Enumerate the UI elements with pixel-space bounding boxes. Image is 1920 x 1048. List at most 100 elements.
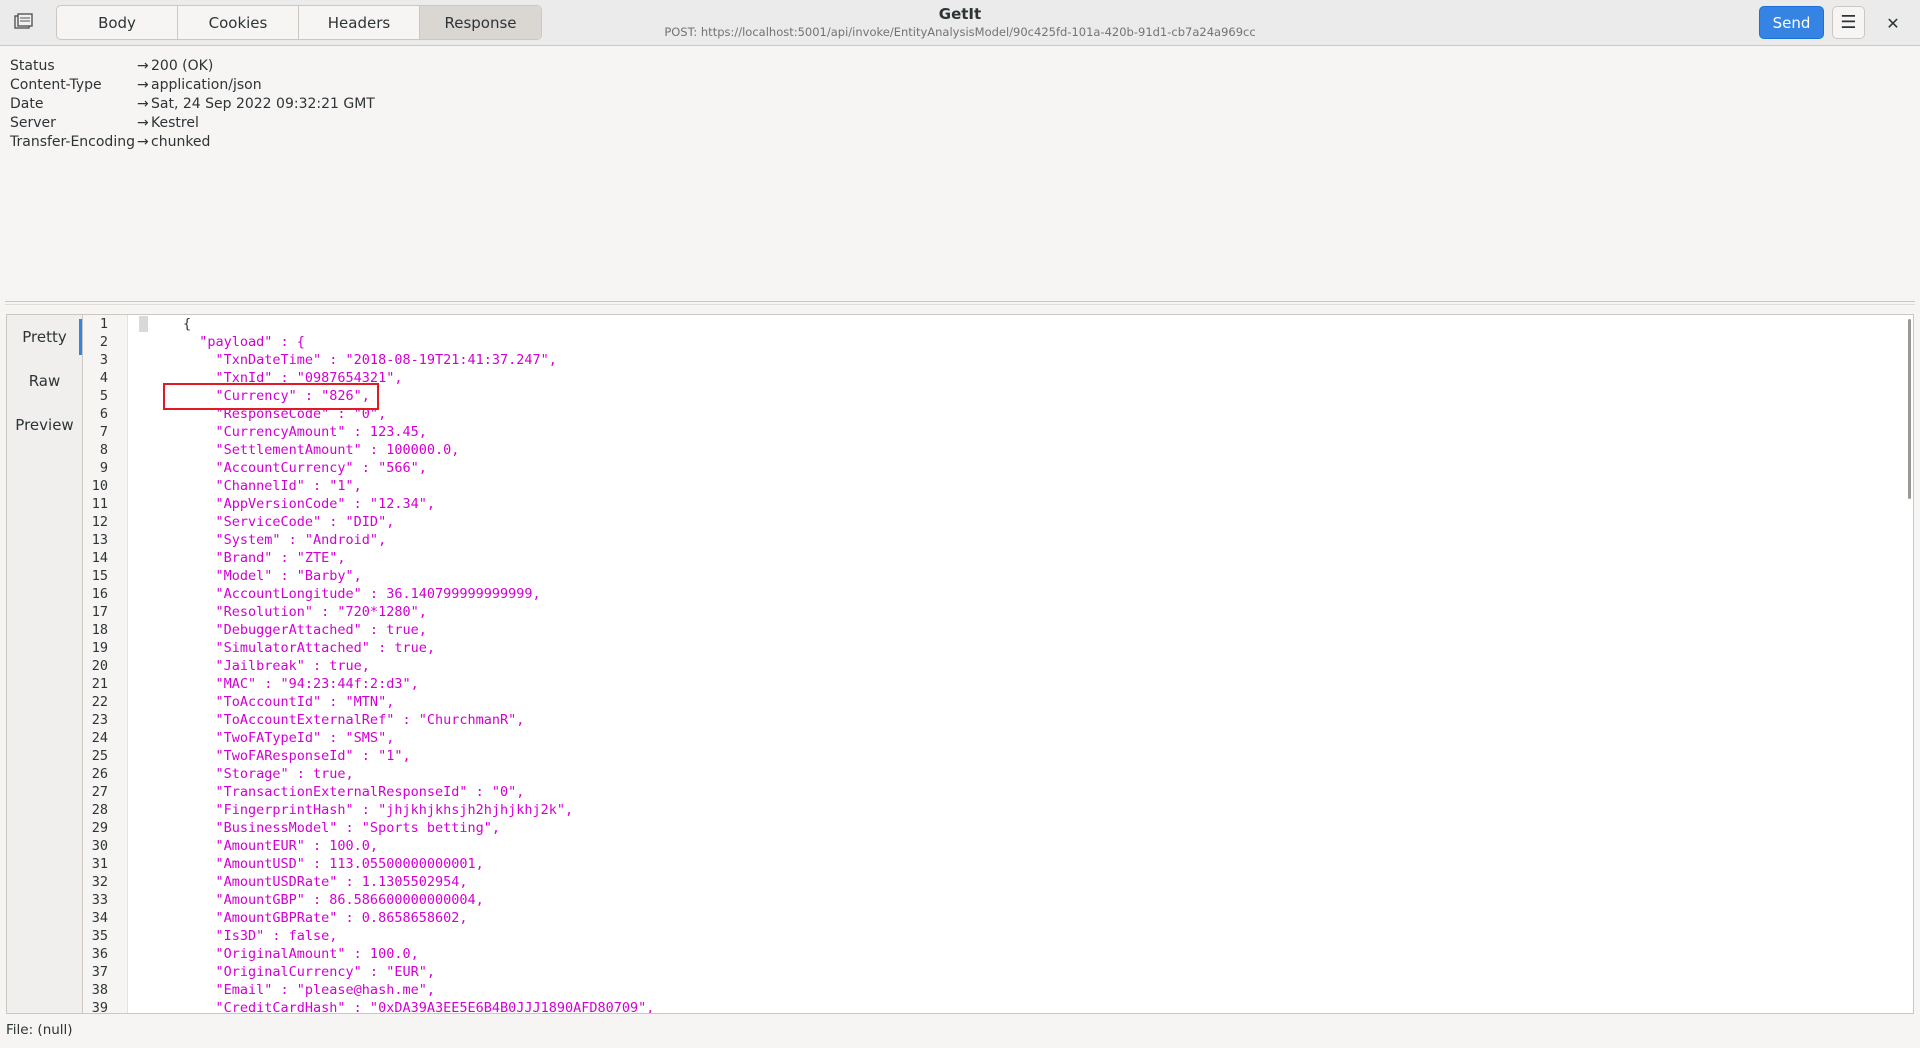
code-text: "AmountGBP" : 86.586600000000004, [183, 892, 484, 908]
line-number: 1 [99, 316, 108, 332]
code-line: 25 "TwoFAResponseId" : "1", [83, 747, 1913, 765]
header-row: Status → 200 (OK) [10, 57, 375, 76]
code-line: 13 "System" : "Android", [83, 531, 1913, 549]
code-line: 8 "SettlementAmount" : 100000.0, [83, 441, 1913, 459]
code-line: 15 "Model" : "Barby", [83, 567, 1913, 585]
line-number: 26 [91, 766, 108, 782]
code-line: 31 "AmountUSD" : 113.05500000000001, [83, 855, 1913, 873]
code-line: 38 "Email" : "please@hash.me", [83, 981, 1913, 999]
arrow-icon: → [137, 115, 149, 131]
line-number: 33 [91, 892, 108, 908]
code-line: 7 "CurrencyAmount" : 123.45, [83, 423, 1913, 441]
code-text: "AppVersionCode" : "12.34", [183, 496, 435, 512]
header-value: Sat, 24 Sep 2022 09:32:21 GMT [151, 96, 375, 112]
code-line: 9 "AccountCurrency" : "566", [83, 459, 1913, 477]
code-line: 19 "SimulatorAttached" : true, [83, 639, 1913, 657]
line-number: 11 [91, 496, 108, 512]
code-text: "Brand" : "ZTE", [183, 550, 346, 566]
code-line: 10 "ChannelId" : "1", [83, 477, 1913, 495]
line-number: 29 [91, 820, 108, 836]
code-line: 32 "AmountUSDRate" : 1.1305502954, [83, 873, 1913, 891]
header-bar: Body Cookies Headers Response GetIt POST… [0, 0, 1920, 46]
code-line: 3 "TxnDateTime" : "2018-08-19T21:41:37.2… [83, 351, 1913, 369]
code-text: "Model" : "Barby", [183, 568, 362, 584]
response-body-editor[interactable]: 1 {2 "payload" : {3 "TxnDateTime" : "2018… [82, 314, 1914, 1014]
tab-response[interactable]: Response [420, 6, 541, 39]
line-number: 5 [99, 388, 108, 404]
highlight-annotation [163, 383, 379, 410]
line-number: 35 [91, 928, 108, 944]
header-key: Date [10, 96, 44, 112]
view-pretty[interactable]: Pretty [7, 315, 82, 359]
code-line: 17 "Resolution" : "720*1280", [83, 603, 1913, 621]
code-text: "ToAccountId" : "MTN", [183, 694, 395, 710]
header-value: application/json [151, 77, 262, 93]
status-bar: File: (null) [6, 1022, 73, 1038]
header-value: Kestrel [151, 115, 199, 131]
tab-headers[interactable]: Headers [299, 6, 420, 39]
text-cursor [139, 316, 148, 332]
code-text: "AmountUSD" : 113.05500000000001, [183, 856, 484, 872]
header-key: Content-Type [10, 77, 102, 93]
code-text: "AmountGBPRate" : 0.8658658602, [183, 910, 468, 926]
tab-cookies[interactable]: Cookies [178, 6, 299, 39]
code-line: 20 "Jailbreak" : true, [83, 657, 1913, 675]
line-number: 36 [91, 946, 108, 962]
menu-button[interactable]: ☰ [1832, 6, 1865, 39]
line-number: 30 [91, 838, 108, 854]
close-button[interactable]: ✕ [1880, 10, 1906, 36]
code-text: "AmountEUR" : 100.0, [183, 838, 379, 854]
view-preview[interactable]: Preview [7, 403, 82, 447]
header-row: Transfer-Encoding → chunked [10, 133, 375, 152]
code-line: 16 "AccountLongitude" : 36.1407999999999… [83, 585, 1913, 603]
code-text: "BusinessModel" : "Sports betting", [183, 820, 500, 836]
code-line: 2 "payload" : { [83, 333, 1913, 351]
code-text: "MAC" : "94:23:44f:2:d3", [183, 676, 419, 692]
line-number: 28 [91, 802, 108, 818]
code-line: 36 "OriginalAmount" : 100.0, [83, 945, 1913, 963]
code-text: "TransactionExternalResponseId" : "0", [183, 784, 525, 800]
pane-separator[interactable] [5, 301, 1915, 305]
line-number: 4 [99, 370, 108, 386]
tab-body[interactable]: Body [57, 6, 178, 39]
code-text: "TwoFAResponseId" : "1", [183, 748, 411, 764]
line-number: 22 [91, 694, 108, 710]
header-value: chunked [151, 134, 211, 150]
line-number: 24 [91, 730, 108, 746]
request-url: POST: https://localhost:5001/api/invoke/… [664, 25, 1256, 39]
hamburger-icon: ☰ [1840, 12, 1857, 33]
code-text: "DebuggerAttached" : true, [183, 622, 427, 638]
code-line: 28 "FingerprintHash" : "jhjkhjkhsjh2hjhj… [83, 801, 1913, 819]
app-icon[interactable] [14, 13, 34, 31]
code-line: 22 "ToAccountId" : "MTN", [83, 693, 1913, 711]
line-number: 9 [99, 460, 108, 476]
line-number: 34 [91, 910, 108, 926]
line-number: 23 [91, 712, 108, 728]
view-raw[interactable]: Raw [7, 359, 82, 403]
code-text: "FingerprintHash" : "jhjkhjkhsjh2hjhjkhj… [183, 802, 574, 818]
code-text: "TwoFATypeId" : "SMS", [183, 730, 395, 746]
header-value: 200 (OK) [151, 58, 214, 74]
code-text: "Jailbreak" : true, [183, 658, 370, 674]
line-number: 25 [91, 748, 108, 764]
arrow-icon: → [137, 77, 149, 93]
send-button[interactable]: Send [1759, 6, 1824, 39]
line-number: 31 [91, 856, 108, 872]
code-text: "ServiceCode" : "DID", [183, 514, 395, 530]
code-text: { [183, 316, 192, 332]
code-text: "Email" : "please@hash.me", [183, 982, 435, 998]
code-line: 11 "AppVersionCode" : "12.34", [83, 495, 1913, 513]
line-number: 21 [91, 676, 108, 692]
code-line: 34 "AmountGBPRate" : 0.8658658602, [83, 909, 1913, 927]
line-number: 3 [99, 352, 108, 368]
code-text: "TxnDateTime" : "2018-08-19T21:41:37.247… [183, 352, 557, 368]
code-text: "CreditCardHash" : "0xDA39A3EE5E6B4B0JJJ… [183, 1000, 655, 1014]
line-number: 18 [91, 622, 108, 638]
scrollbar[interactable] [1908, 319, 1911, 499]
line-number: 6 [99, 406, 108, 422]
line-number: 2 [99, 334, 108, 350]
code-text: "OriginalAmount" : 100.0, [183, 946, 419, 962]
code-text: "ToAccountExternalRef" : "ChurchmanR", [183, 712, 525, 728]
header-key: Status [10, 58, 55, 74]
code-text: "SettlementAmount" : 100000.0, [183, 442, 460, 458]
